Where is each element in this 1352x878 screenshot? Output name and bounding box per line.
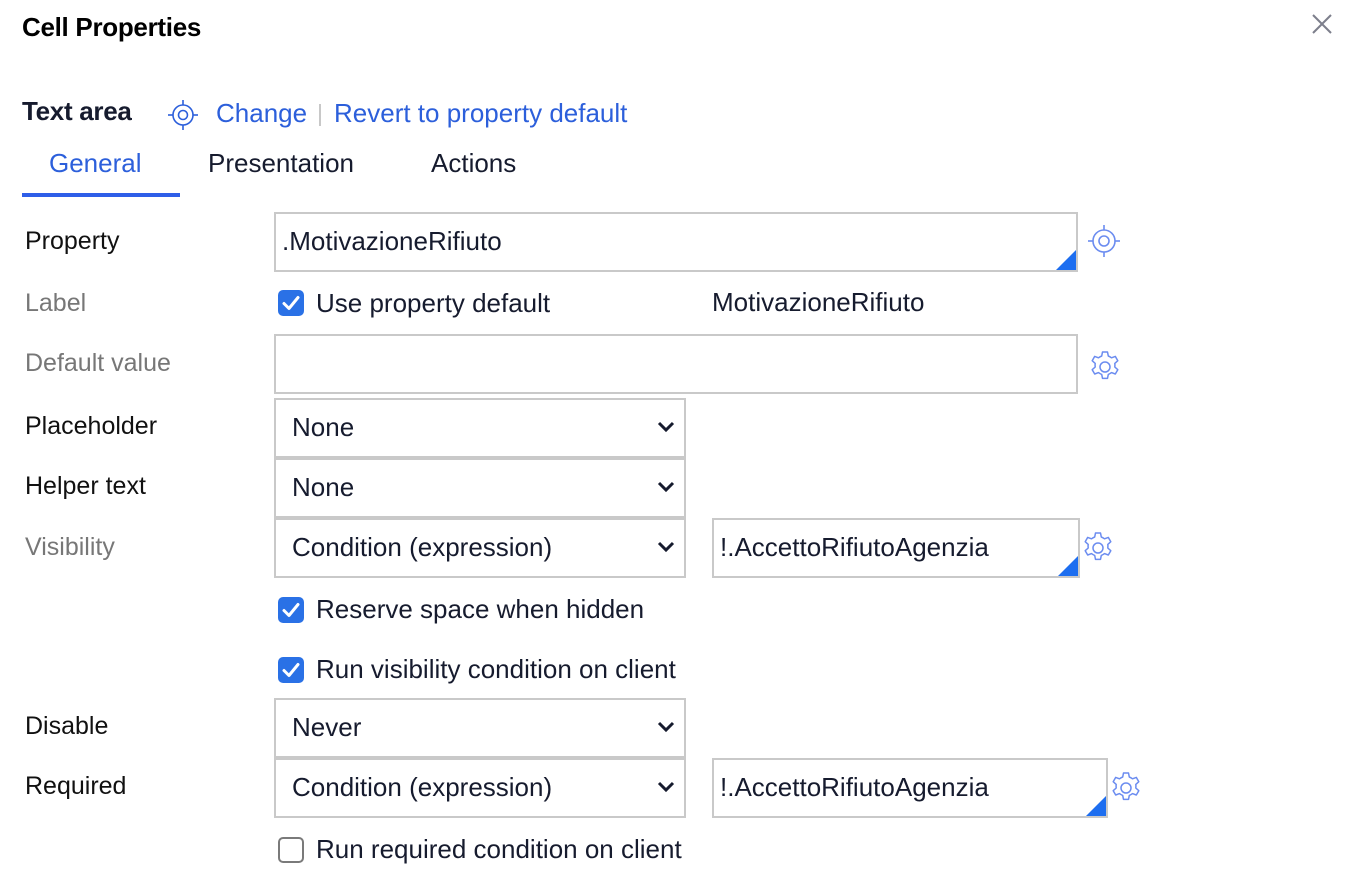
reserve-space-checkbox[interactable] bbox=[278, 597, 304, 623]
gear-icon[interactable] bbox=[1108, 770, 1144, 806]
checkmark-icon bbox=[282, 603, 300, 617]
default-value-label: Default value bbox=[25, 349, 171, 377]
autocomplete-corner-indicator bbox=[1056, 250, 1076, 270]
visibility-label: Visibility bbox=[25, 533, 115, 561]
run-required-on-client-label: Run required condition on client bbox=[316, 834, 682, 864]
placeholder-select[interactable]: None bbox=[274, 398, 686, 458]
crosshair-icon[interactable] bbox=[1086, 223, 1122, 259]
tab-presentation[interactable]: Presentation bbox=[208, 148, 354, 179]
required-selected: Condition (expression) bbox=[292, 772, 553, 802]
gear-icon[interactable] bbox=[1080, 530, 1116, 566]
link-separator bbox=[319, 104, 321, 126]
visibility-selected: Condition (expression) bbox=[292, 532, 553, 562]
required-label: Required bbox=[25, 772, 127, 800]
visibility-expression-input[interactable]: !.AccettoRifiutoAgenzia bbox=[712, 518, 1080, 578]
run-visibility-on-client-checkbox[interactable] bbox=[278, 657, 304, 683]
dialog-title: Cell Properties bbox=[22, 12, 202, 42]
disable-select[interactable]: Never bbox=[274, 698, 686, 758]
reserve-space-label: Reserve space when hidden bbox=[316, 594, 645, 624]
run-required-on-client-checkbox[interactable] bbox=[278, 837, 304, 863]
helper-text-select[interactable]: None bbox=[274, 458, 686, 518]
placeholder-label: Placeholder bbox=[25, 412, 158, 440]
helper-text-selected: None bbox=[292, 472, 355, 502]
disable-selected: Never bbox=[292, 712, 362, 742]
chevron-down-icon bbox=[657, 781, 675, 793]
chevron-down-icon bbox=[657, 541, 675, 553]
placeholder-selected: None bbox=[292, 412, 355, 442]
chevron-down-icon bbox=[657, 481, 675, 493]
default-value-input[interactable] bbox=[274, 334, 1078, 394]
chevron-down-icon bbox=[657, 421, 675, 433]
helper-text-label: Helper text bbox=[25, 472, 146, 500]
visibility-select[interactable]: Condition (expression) bbox=[274, 518, 686, 578]
label-field-label: Label bbox=[25, 289, 87, 317]
checkmark-icon bbox=[282, 663, 300, 677]
chevron-down-icon bbox=[657, 721, 675, 733]
required-select[interactable]: Condition (expression) bbox=[274, 758, 686, 818]
property-label: Property bbox=[25, 227, 120, 255]
required-expression-input[interactable]: !.AccettoRifiutoAgenzia bbox=[712, 758, 1108, 818]
autocomplete-corner-indicator bbox=[1058, 556, 1078, 576]
property-value: .MotivazioneRifiuto bbox=[282, 226, 502, 256]
autocomplete-corner-indicator bbox=[1086, 796, 1106, 816]
property-input[interactable]: .MotivazioneRifiuto bbox=[274, 212, 1078, 272]
tab-actions[interactable]: Actions bbox=[431, 148, 516, 179]
close-icon[interactable] bbox=[1310, 12, 1334, 36]
change-link[interactable]: Change bbox=[216, 98, 307, 129]
required-expression: !.AccettoRifiutoAgenzia bbox=[720, 772, 989, 802]
gear-icon[interactable] bbox=[1087, 348, 1123, 384]
control-type-label: Text area bbox=[22, 96, 132, 126]
run-visibility-on-client-label: Run visibility condition on client bbox=[316, 654, 676, 684]
crosshair-icon[interactable] bbox=[167, 99, 199, 131]
label-default-value: MotivazioneRifiuto bbox=[712, 287, 925, 317]
revert-to-default-link[interactable]: Revert to property default bbox=[334, 98, 627, 129]
tab-general[interactable]: General bbox=[49, 148, 142, 179]
checkmark-icon bbox=[282, 296, 300, 310]
use-property-default-checkbox[interactable] bbox=[278, 290, 304, 316]
visibility-expression: !.AccettoRifiutoAgenzia bbox=[720, 532, 989, 562]
active-tab-indicator bbox=[22, 193, 180, 197]
use-property-default-label: Use property default bbox=[316, 288, 551, 318]
disable-label: Disable bbox=[25, 712, 109, 740]
